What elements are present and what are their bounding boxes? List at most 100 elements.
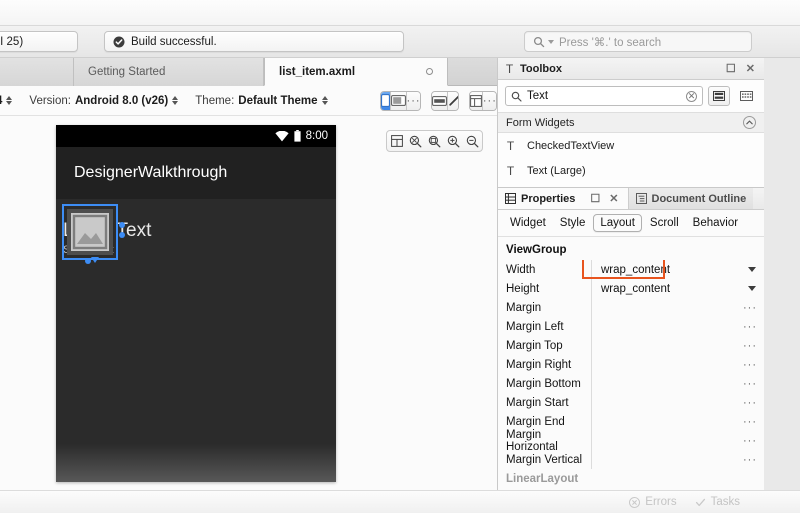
property-value-cell[interactable]: ··· [591, 431, 764, 450]
properties-close-icon[interactable]: ✕ [607, 192, 620, 205]
device-frame-button[interactable] [431, 91, 448, 110]
property-value-cell[interactable]: ··· [591, 412, 764, 431]
properties-panel: Properties ☐ ✕ Document Outline Widget S… [498, 188, 764, 490]
view-mode-group: ··· [379, 90, 421, 111]
view-mode-more-button[interactable]: ··· [406, 91, 420, 110]
api-level-stepper-icon[interactable] [6, 96, 13, 105]
zoom-out-button[interactable] [463, 131, 482, 151]
toolbox-item-label: CheckedTextView [527, 139, 615, 152]
zoom-actual-button[interactable] [425, 131, 444, 151]
properties-maximize-button[interactable]: ☐ [588, 192, 602, 205]
tab-list-item-axml[interactable]: list_item.axml [264, 58, 448, 86]
tab-document-outline[interactable]: Document Outline [627, 188, 754, 209]
properties-icon [505, 193, 516, 204]
ellipsis-icon[interactable]: ··· [743, 397, 757, 408]
tab-getting-started[interactable]: Getting Started [74, 58, 264, 86]
imageview-placeholder[interactable] [67, 209, 113, 255]
table-row[interactable]: Margin Horizontal ··· [498, 429, 764, 453]
property-value-cell[interactable]: ··· [591, 336, 764, 355]
table-row[interactable]: Margin Start ··· [498, 393, 764, 412]
chevron-down-icon[interactable] [748, 267, 756, 272]
toolbox-grid-view-button[interactable] [735, 86, 757, 106]
properties-title: Properties [521, 192, 576, 205]
search-scope-chevron-icon[interactable] [548, 39, 554, 44]
property-value-cell[interactable]: ··· [591, 317, 764, 336]
property-value-cell[interactable]: wrap_content [591, 260, 764, 279]
toolbox-item-checkedtextview[interactable]: T CheckedTextView [498, 133, 764, 158]
zoom-fit-button[interactable] [406, 131, 425, 151]
table-row[interactable]: Margin ··· [498, 298, 764, 317]
designer-canvas[interactable]: 8:00 DesignerWalkthrough Larg [0, 116, 497, 490]
table-row[interactable]: Height wrap_content [498, 279, 764, 298]
theme-selector[interactable]: Theme: Default Theme [195, 95, 328, 107]
tab-layout[interactable]: Layout [593, 214, 642, 232]
fit-window-button[interactable] [387, 131, 406, 151]
phone-view-button[interactable] [380, 91, 391, 110]
clear-search-icon[interactable]: ✕ [686, 90, 697, 102]
table-row[interactable]: Margin Left ··· [498, 317, 764, 336]
tablet-view-button[interactable] [390, 91, 407, 110]
device-selector[interactable]: ougat (API 25) [0, 31, 78, 52]
property-value-cell[interactable]: ··· [591, 374, 764, 393]
toolbox-item-text-large[interactable]: T Text (Large) [498, 158, 764, 183]
property-value-cell[interactable]: wrap_content [591, 279, 764, 298]
toolbox-group-form-widgets[interactable]: Form Widgets [498, 112, 764, 133]
zoom-fit-icon [409, 135, 422, 147]
theme-stepper-icon[interactable] [321, 96, 328, 105]
preview-list-item[interactable]: Large Text Small Text [56, 199, 336, 264]
property-value-cell[interactable]: ··· [591, 355, 764, 374]
tab-style[interactable]: Style [554, 215, 592, 231]
table-row[interactable]: Margin Bottom ··· [498, 374, 764, 393]
tab-ycs[interactable]: y.cs [0, 58, 74, 86]
chevron-up-icon[interactable] [743, 116, 756, 129]
ellipsis-icon[interactable]: ··· [743, 378, 757, 389]
property-value-cell[interactable]: ··· [591, 450, 764, 469]
tab-widget[interactable]: Widget [504, 215, 552, 231]
table-row[interactable]: Margin Top ··· [498, 336, 764, 355]
property-value-cell[interactable]: ··· [591, 393, 764, 412]
android-preview[interactable]: 8:00 DesignerWalkthrough Larg [56, 125, 336, 482]
grid-more-button[interactable]: ··· [482, 91, 497, 110]
tab-behavior[interactable]: Behavior [687, 215, 744, 231]
tasks-status[interactable]: Tasks [695, 496, 740, 508]
text-widget-icon: T [506, 138, 515, 153]
ellipsis-icon[interactable]: ··· [743, 321, 757, 332]
tab-scroll[interactable]: Scroll [644, 215, 685, 231]
ellipsis-icon[interactable]: ··· [743, 302, 757, 313]
properties-section-footer: LinearLayout [506, 473, 579, 485]
table-row[interactable]: Margin Right ··· [498, 355, 764, 374]
check-icon [695, 498, 705, 506]
chevron-down-icon[interactable] [748, 286, 756, 291]
ide-window: ougat (API 25) Build successful. Press '… [0, 0, 800, 513]
ellipsis-icon[interactable]: ··· [743, 454, 757, 465]
toolbox-list-view-button[interactable] [708, 86, 730, 106]
property-name: Margin Bottom [506, 377, 581, 390]
toolbox-maximize-button[interactable]: ☐ [724, 62, 738, 75]
resize-handle-bottom-arrow[interactable] [91, 257, 99, 263]
resize-handle-right-lower[interactable] [119, 232, 125, 238]
property-value-cell[interactable]: ··· [591, 298, 764, 317]
property-name: Margin Left [506, 320, 564, 333]
table-row[interactable]: Width wrap_content [498, 260, 764, 279]
ellipsis-icon[interactable]: ··· [743, 359, 757, 370]
toolbox-search-input[interactable]: Text ✕ [505, 86, 703, 106]
api-level-selector[interactable]: 4 [0, 95, 13, 107]
tab-properties[interactable]: Properties ☐ ✕ [498, 188, 628, 209]
ellipsis-icon[interactable]: ··· [743, 416, 757, 427]
grid-view-button[interactable] [469, 91, 483, 110]
build-status-field[interactable]: Build successful. [104, 31, 404, 52]
errors-status[interactable]: Errors [629, 496, 677, 508]
resize-handle-right[interactable] [119, 222, 125, 228]
tab-close-icon[interactable] [426, 68, 433, 75]
table-row[interactable]: Margin Vertical ··· [498, 450, 764, 469]
toolbox-close-icon[interactable]: ✕ [744, 62, 757, 75]
version-stepper-icon[interactable] [172, 96, 179, 105]
zoom-in-button[interactable] [444, 131, 463, 151]
property-name: Width [506, 263, 536, 276]
global-search-input[interactable]: Press '⌘.' to search [524, 31, 752, 52]
version-selector[interactable]: Version: Android 8.0 (v26) [29, 95, 179, 107]
ellipsis-icon[interactable]: ··· [743, 435, 757, 446]
theme-pen-button[interactable] [447, 91, 458, 110]
ellipsis-icon[interactable]: ··· [743, 340, 757, 351]
window-title-strip [0, 0, 800, 26]
